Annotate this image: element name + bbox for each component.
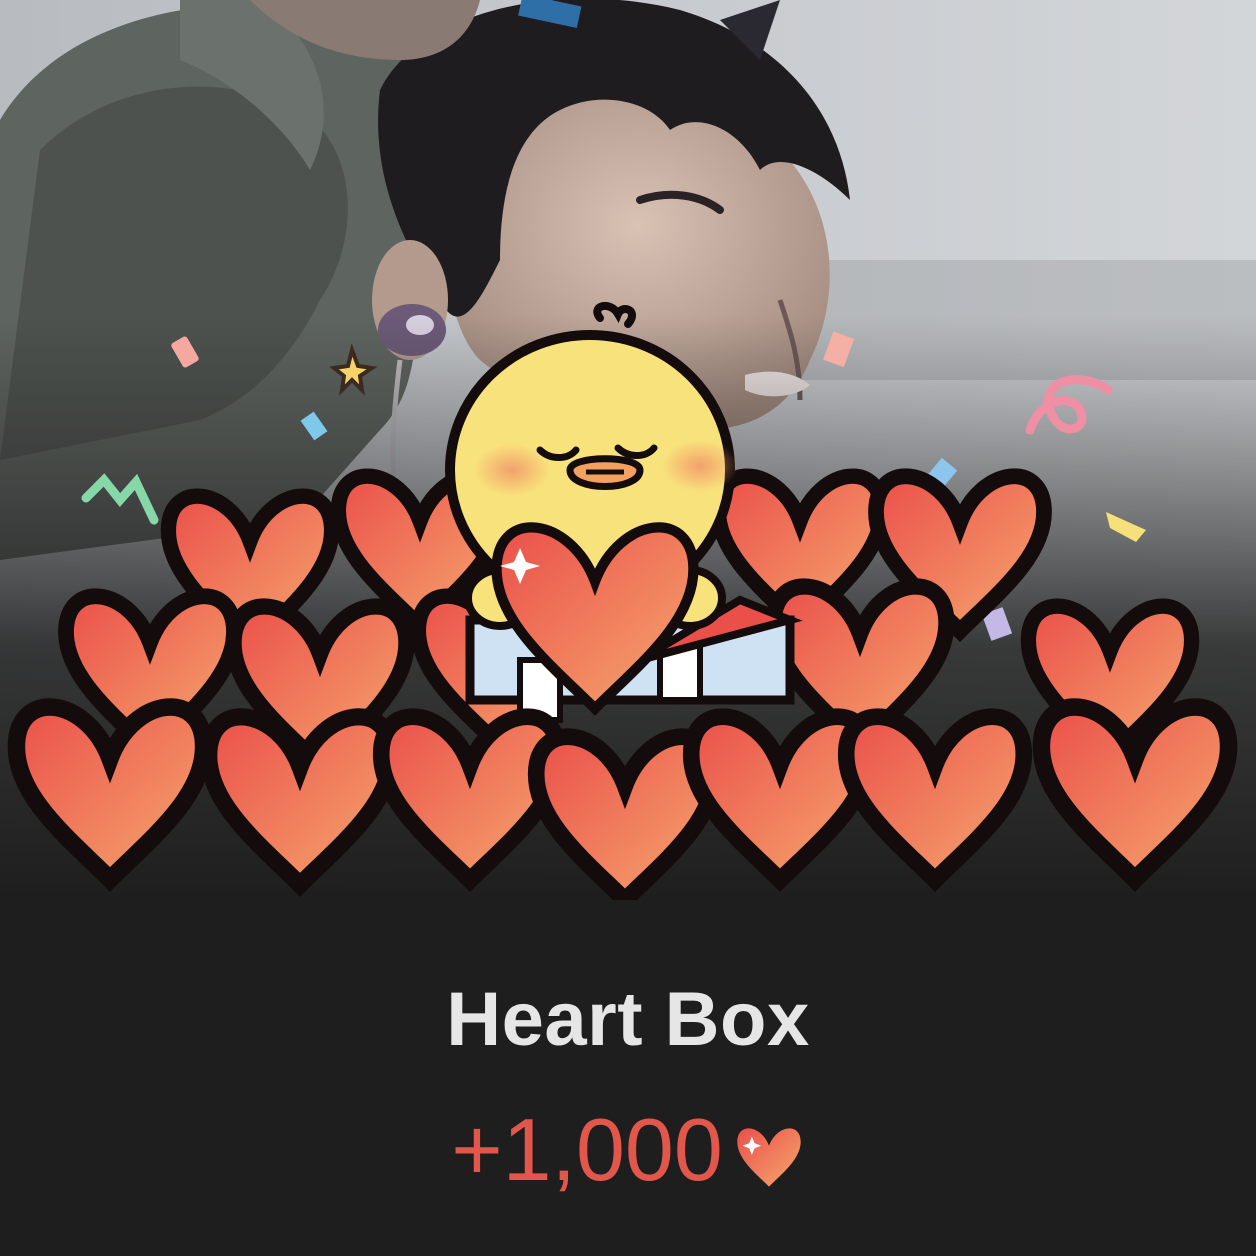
heart-box-illustration: [0, 0, 1256, 900]
reward-amount: +1,000: [451, 1100, 723, 1199]
reward-amount-row: +1,000: [0, 1100, 1256, 1200]
reward-title: Heart Box: [446, 977, 810, 1062]
heart-icon: [737, 1128, 801, 1187]
hearts-front: [16, 707, 1228, 900]
